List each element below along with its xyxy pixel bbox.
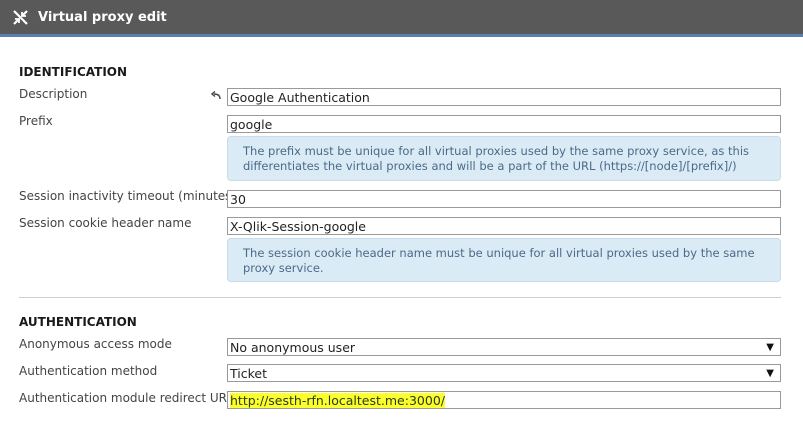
window-title: Virtual proxy edit [38,10,167,25]
title-bar: Virtual proxy edit [0,0,803,37]
prefix-label: Prefix [19,114,53,128]
undo-arrow-icon[interactable] [211,91,222,101]
redirect-uri-input[interactable]: http://sesth-rfn.localtest.me:3000/ [227,391,781,409]
collapse-arrows-icon[interactable] [12,9,29,26]
description-input[interactable]: Google Authentication [227,88,781,106]
dropdown-arrow-icon[interactable]: ▼ [766,366,774,381]
anonymous-mode-label: Anonymous access mode [19,337,172,351]
anonymous-mode-value: No anonymous user [230,340,356,355]
redirect-uri-value: http://sesth-rfn.localtest.me:3000/ [230,393,445,408]
prefix-input[interactable]: google [227,115,781,133]
identification-heading: IDENTIFICATION [19,65,128,79]
anonymous-mode-select[interactable]: No anonymous user ▼ [227,338,781,356]
cookie-label: Session cookie header name [19,216,192,230]
timeout-input[interactable]: 30 [227,190,781,208]
prefix-info-line2: differentiates the virtual proxies and w… [243,159,737,173]
auth-method-value: Ticket [230,366,267,381]
dropdown-arrow-icon[interactable]: ▼ [766,340,774,355]
auth-method-select[interactable]: Ticket ▼ [227,364,781,382]
prefix-info-line1: The prefix must be unique for all virtua… [243,144,750,158]
cookie-info-line2: proxy service. [243,261,324,275]
cookie-input[interactable]: X-Qlik-Session-google [227,217,781,235]
cookie-info-line1: The session cookie header name must be u… [243,246,755,260]
timeout-label: Session inactivity timeout (minutes) [19,189,237,203]
authentication-heading: AUTHENTICATION [19,315,137,329]
cookie-info-box: The session cookie header name must be u… [227,238,781,282]
redirect-uri-label: Authentication module redirect URI [19,391,231,405]
prefix-info-box: The prefix must be unique for all virtua… [227,136,781,181]
section-divider [19,297,781,298]
description-label: Description [19,87,88,101]
auth-method-label: Authentication method [19,364,158,378]
